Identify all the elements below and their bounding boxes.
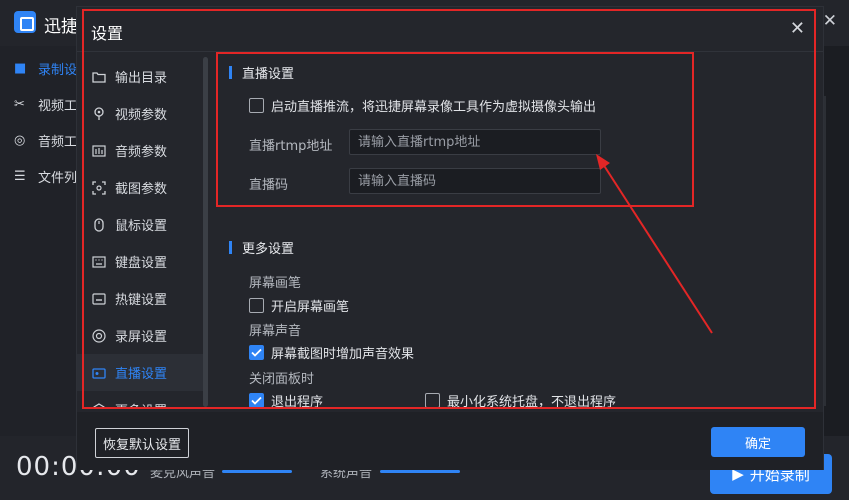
rtmp-address-input[interactable] bbox=[349, 129, 601, 155]
app-sidebar: ■ 录制设 ✂ 视频工 ◎ 音频工 ☰ 文件列 bbox=[0, 46, 80, 436]
keyboard-icon bbox=[91, 254, 107, 270]
checkmark-icon bbox=[249, 345, 264, 360]
section-accent-bar bbox=[229, 241, 232, 254]
live-icon bbox=[91, 365, 107, 381]
dialog-title: 设置 bbox=[91, 24, 124, 43]
live-code-input[interactable] bbox=[349, 168, 601, 194]
list-icon: ☰ bbox=[14, 168, 26, 184]
screen-pen-label: 开启屏幕画笔 bbox=[271, 300, 350, 315]
app-side-item-files[interactable]: ☰ 文件列 bbox=[0, 158, 80, 194]
crop-icon bbox=[91, 180, 107, 196]
nav-item-hotkey[interactable]: 热键设置 bbox=[77, 280, 205, 317]
settings-content: 直播设置 启动直播推流，将迅捷屏幕录像工具作为虚拟摄像头输出 直播rtmp地址 … bbox=[217, 52, 817, 408]
app-close-icon[interactable]: ✕ bbox=[823, 11, 837, 31]
enable-live-label: 启动直播推流，将迅捷屏幕录像工具作为虚拟摄像头输出 bbox=[271, 100, 597, 115]
nav-item-more[interactable]: 更多设置 bbox=[77, 391, 205, 408]
nav-item-label: 热键设置 bbox=[115, 293, 168, 308]
close-panel-group-label: 关闭面板时 bbox=[249, 372, 315, 387]
screen-sound-group-label: 屏幕声音 bbox=[249, 324, 302, 339]
checkmark-icon bbox=[249, 393, 264, 408]
more-section-heading: 更多设置 bbox=[229, 238, 294, 257]
close-icon[interactable]: ✕ bbox=[790, 18, 805, 39]
nav-scrollbar[interactable] bbox=[203, 57, 208, 407]
screenshot-sound-label: 屏幕截图时增加声音效果 bbox=[271, 347, 415, 362]
nav-item-screen-record[interactable]: 录屏设置 bbox=[77, 317, 205, 354]
section-accent-bar bbox=[229, 66, 232, 79]
nav-item-label: 直播设置 bbox=[115, 367, 168, 382]
mouse-icon bbox=[91, 217, 107, 233]
app-side-item-label: 录制设 bbox=[38, 62, 78, 78]
minimize-tray-radio[interactable]: 最小化系统托盘，不退出程序 bbox=[425, 391, 616, 408]
app-side-item-video[interactable]: ✂ 视频工 bbox=[0, 86, 80, 122]
exit-program-radio[interactable]: 退出程序 bbox=[249, 391, 323, 408]
nav-item-label: 输出目录 bbox=[115, 71, 168, 86]
screen-pen-checkbox[interactable]: 开启屏幕画笔 bbox=[249, 296, 349, 315]
video-camera-icon: ■ bbox=[14, 60, 27, 76]
rtmp-address-label: 直播rtmp地址 bbox=[249, 139, 333, 154]
checkbox-box bbox=[249, 298, 264, 313]
mic-volume-slider[interactable] bbox=[222, 470, 292, 473]
nav-item-label: 更多设置 bbox=[115, 400, 167, 408]
nav-item-audio-params[interactable]: 音频参数 bbox=[77, 132, 205, 169]
nav-item-label: 视频参数 bbox=[115, 108, 168, 123]
equalizer-icon bbox=[91, 143, 107, 159]
folder-icon bbox=[91, 69, 107, 85]
minimize-tray-label: 最小化系统托盘，不退出程序 bbox=[447, 395, 617, 408]
app-side-item-label: 音频工 bbox=[38, 134, 78, 150]
settings-nav: 输出目录 视频参数 音频参数 截图参数 鼠标设置 键盘设置 热键设置 录屏设置 bbox=[77, 52, 205, 408]
app-logo-icon bbox=[14, 11, 36, 33]
nav-item-label: 鼠标设置 bbox=[115, 219, 168, 234]
nav-item-label: 录屏设置 bbox=[115, 330, 168, 345]
app-side-item-record[interactable]: ■ 录制设 bbox=[0, 50, 80, 86]
exit-program-label: 退出程序 bbox=[271, 395, 324, 408]
live-heading-text: 直播设置 bbox=[242, 67, 295, 82]
app-side-item-label: 视频工 bbox=[38, 98, 78, 114]
record-icon bbox=[91, 328, 107, 344]
nav-item-label: 音频参数 bbox=[115, 145, 168, 160]
reset-defaults-button[interactable]: 恢复默认设置 bbox=[95, 428, 189, 458]
screen-pen-group-label: 屏幕画笔 bbox=[249, 276, 302, 291]
nav-item-screenshot-params[interactable]: 截图参数 bbox=[77, 169, 205, 206]
confirm-button[interactable]: 确定 bbox=[711, 427, 805, 457]
hotkey-icon bbox=[91, 291, 107, 307]
app-side-item-label: 文件列 bbox=[38, 170, 78, 186]
nav-item-output-dir[interactable]: 输出目录 bbox=[77, 58, 205, 95]
nav-item-live[interactable]: 直播设置 bbox=[77, 354, 205, 391]
more-gear-icon bbox=[91, 402, 107, 408]
settings-dialog: 设置 ✕ 输出目录 视频参数 音频参数 截图参数 鼠标设置 键盘设置 热键设置 … bbox=[76, 6, 824, 470]
live-code-label: 直播码 bbox=[249, 178, 289, 193]
screenshot-sound-checkbox[interactable]: 屏幕截图时增加声音效果 bbox=[249, 343, 414, 362]
nav-item-keyboard[interactable]: 键盘设置 bbox=[77, 243, 205, 280]
app-side-item-audio[interactable]: ◎ 音频工 bbox=[0, 122, 80, 158]
live-section-heading: 直播设置 bbox=[229, 63, 294, 82]
checkbox-box bbox=[425, 393, 440, 408]
scissors-icon: ✂ bbox=[14, 96, 25, 112]
enable-live-checkbox[interactable]: 启动直播推流，将迅捷屏幕录像工具作为虚拟摄像头输出 bbox=[249, 96, 596, 115]
more-heading-text: 更多设置 bbox=[242, 242, 295, 257]
audio-icon: ◎ bbox=[14, 132, 26, 148]
app-name: 迅捷 bbox=[44, 17, 78, 37]
nav-item-mouse[interactable]: 鼠标设置 bbox=[77, 206, 205, 243]
nav-item-label: 键盘设置 bbox=[115, 256, 168, 271]
nav-item-label: 截图参数 bbox=[115, 182, 168, 197]
system-volume-slider[interactable] bbox=[380, 470, 460, 473]
nav-item-video-params[interactable]: 视频参数 bbox=[77, 95, 205, 132]
pin-icon bbox=[91, 106, 107, 122]
checkbox-box bbox=[249, 98, 264, 113]
